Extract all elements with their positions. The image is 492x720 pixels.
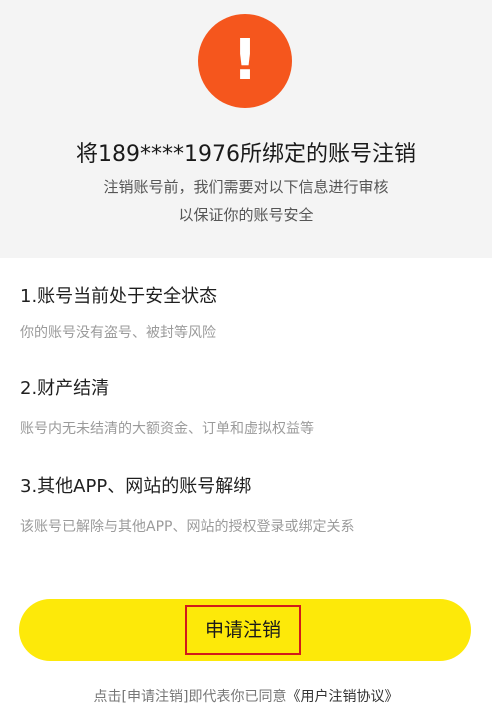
check-description-assets: 账号内无未结清的大额资金、订单和虚拟权益等 — [20, 421, 314, 437]
check-description-security: 你的账号没有盗号、被封等风险 — [20, 325, 216, 341]
cancellation-agreement-link[interactable]: 《用户注销协议》 — [286, 689, 398, 705]
subtitle-line-2: 以保证你的账号安全 — [178, 206, 314, 224]
agreement-prefix: 点击[申请注销]即代表你已同意 — [93, 689, 287, 705]
check-description-unbind: 该账号已解除与其他APP、网站的授权登录或绑定关系 — [20, 519, 355, 535]
agreement-footer: 点击[申请注销]即代表你已同意《用户注销协议》 — [0, 686, 492, 706]
header-panel: ! 将189****1976所绑定的账号注销 注销账号前，我们需要对以下信息进行… — [0, 0, 492, 258]
page-title: 将189****1976所绑定的账号注销 — [76, 142, 416, 167]
apply-cancellation-label[interactable]: 申请注销 — [185, 605, 301, 655]
check-title-security: 1.账号当前处于安全状态 — [20, 286, 218, 307]
check-title-unbind: 3.其他APP、网站的账号解绑 — [20, 476, 252, 497]
check-title-assets: 2.财产结清 — [20, 378, 110, 399]
subtitle-line-1: 注销账号前，我们需要对以下信息进行审核 — [103, 178, 389, 196]
exclamation-icon: ! — [198, 14, 292, 108]
